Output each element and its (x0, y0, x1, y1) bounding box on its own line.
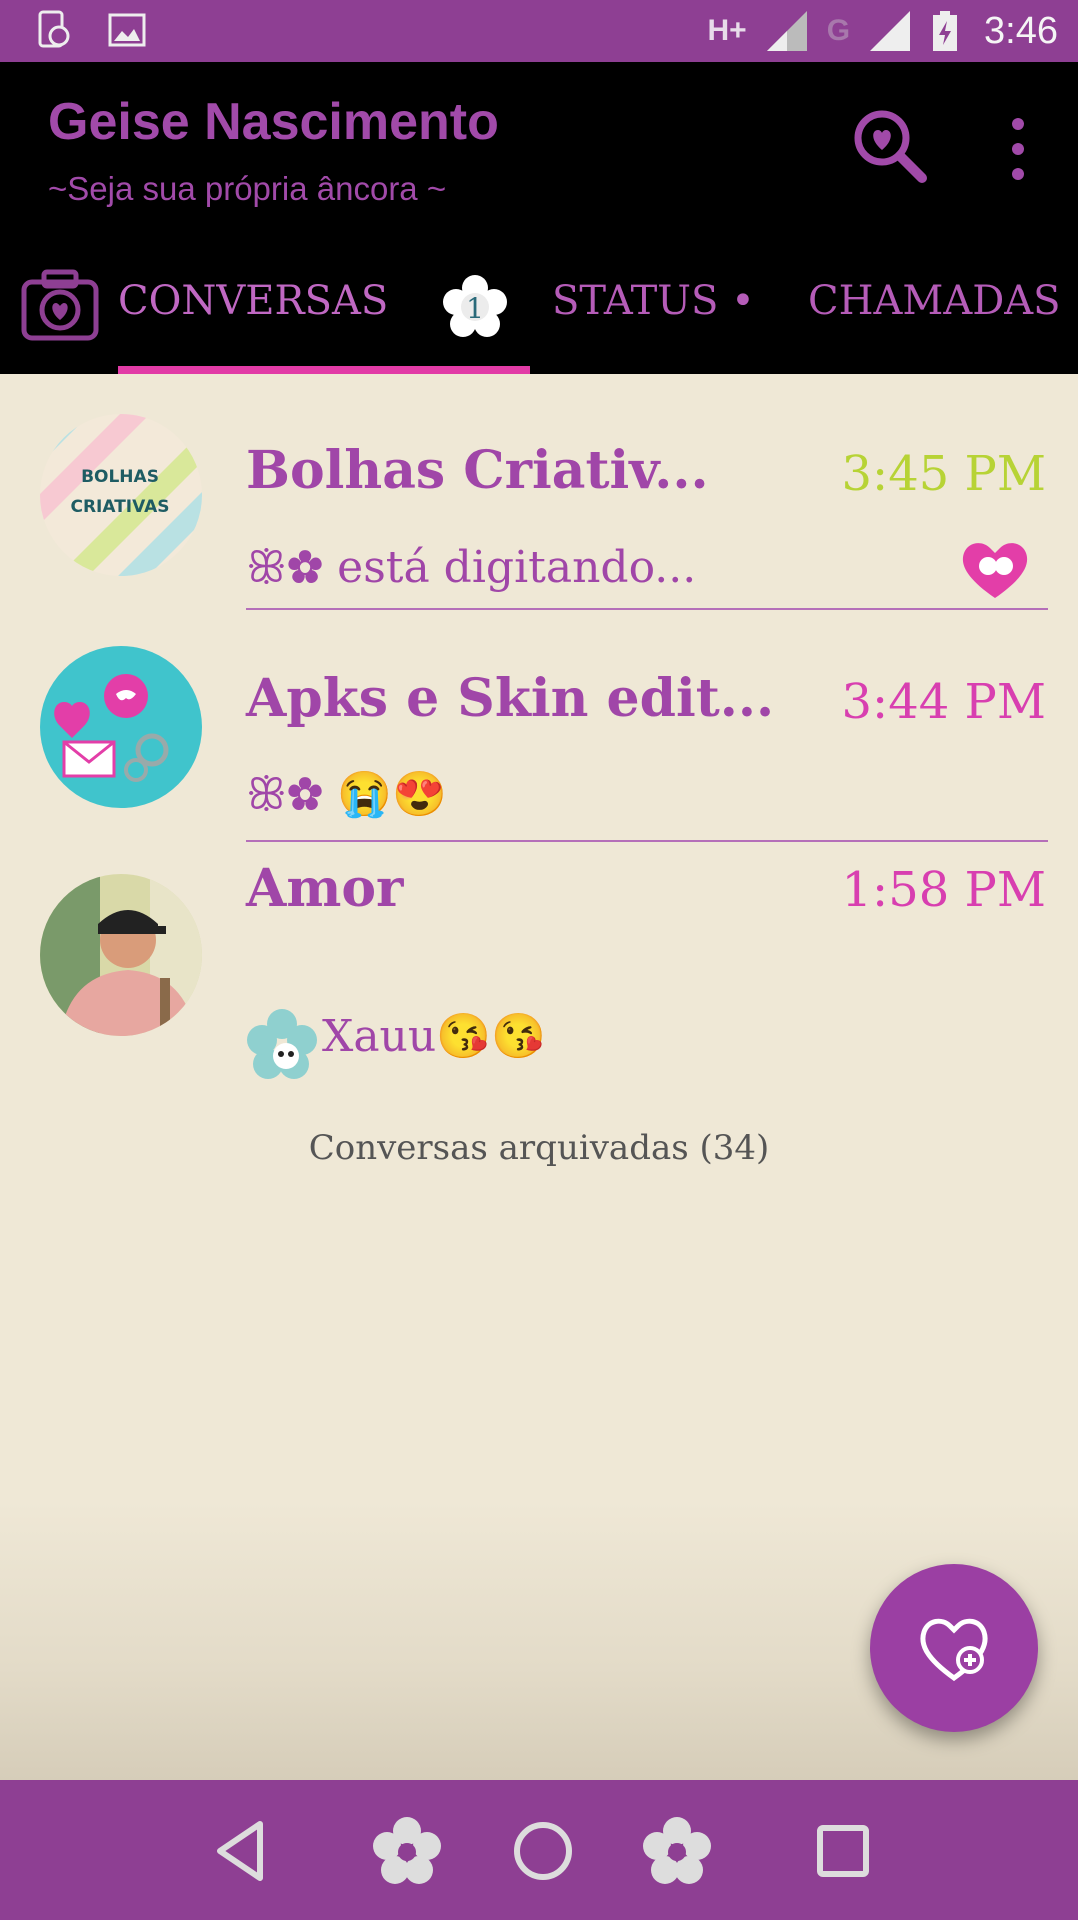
unread-count: 1 (466, 292, 484, 325)
clock: 3:46 (984, 9, 1058, 52)
unread-badge: 1 (443, 275, 507, 337)
network-type: H+ (707, 14, 747, 47)
tab-conversas[interactable]: CONVERSAS (118, 278, 388, 324)
home-icon[interactable] (508, 1816, 578, 1886)
battery-charging-icon (933, 11, 958, 51)
camera-icon[interactable] (20, 266, 100, 342)
avatar-text-2: CRIATIVAS (70, 497, 169, 517)
tab-indicator (118, 366, 530, 374)
archived-chats-link[interactable]: Conversas arquivadas (34) (0, 1128, 1078, 1168)
image-icon (108, 13, 146, 47)
avatar (40, 646, 202, 808)
divider (246, 608, 1048, 610)
navigation-bar (0, 1780, 1078, 1920)
tab-status[interactable]: STATUS • (552, 278, 755, 324)
chat-time: 3:44 PM (841, 674, 1047, 730)
chat-message: ꕥ✿ está digitando... (246, 542, 697, 593)
new-chat-button[interactable] (870, 1564, 1038, 1732)
status-bar: H+ G 3:46 (0, 0, 1078, 62)
back-icon[interactable] (206, 1816, 276, 1886)
avatar: BOLHAS CRIATIVAS (40, 414, 202, 576)
chat-row[interactable]: Apks e Skin edit... 3:44 PM ꕥ✿ 😭😍 (0, 638, 1078, 870)
phone-sync-icon (38, 10, 70, 48)
app-title: Geise Nascimento (48, 93, 499, 151)
panda-flower-icon (247, 1009, 317, 1079)
flower-icon (643, 1817, 711, 1884)
recents-icon[interactable] (808, 1816, 878, 1886)
signal-icon (766, 11, 807, 51)
chat-name: Amor (246, 858, 404, 919)
chat-row[interactable]: Amor 1:58 PM Xauu😘😘 (0, 858, 1078, 1148)
chat-name: Apks e Skin edit... (246, 668, 775, 729)
app-subtitle: ~Seja sua própria âncora ~ (48, 170, 447, 207)
chat-message: ꕥ✿ 😭😍 (246, 769, 447, 820)
signal-icon-2 (870, 11, 911, 51)
avatar-text-1: BOLHAS (81, 467, 159, 487)
network-type-2: G (826, 14, 851, 47)
heart-plus-icon (920, 1618, 988, 1682)
chat-message: Xauu😘😘 (322, 1011, 546, 1062)
app-bar: Geise Nascimento ~Seja sua própria âncor… (0, 62, 1078, 374)
avatar (40, 874, 202, 1036)
divider (246, 840, 1048, 842)
chat-time: 1:58 PM (841, 862, 1047, 918)
search-icon[interactable] (850, 106, 930, 186)
more-options-icon[interactable] (1000, 114, 1036, 184)
chat-name: Bolhas Criativ... (246, 440, 709, 501)
flower-icon (373, 1817, 441, 1884)
heart-badge-icon (962, 543, 1028, 598)
chat-time: 3:45 PM (841, 446, 1047, 502)
tab-chamadas[interactable]: CHAMADAS (808, 278, 1061, 324)
